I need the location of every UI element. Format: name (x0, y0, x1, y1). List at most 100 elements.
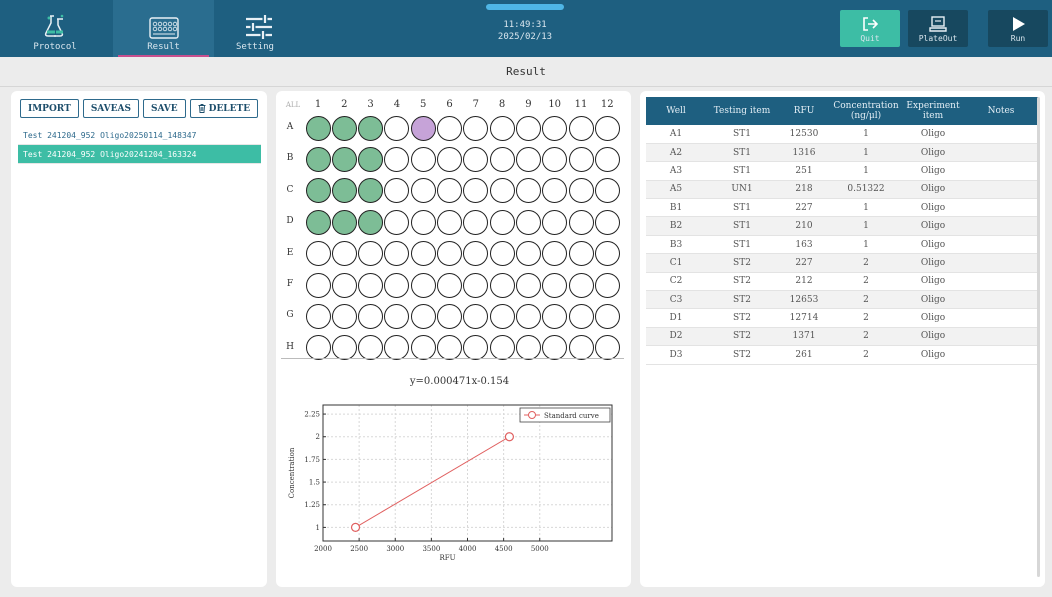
table-scrollbar[interactable] (1037, 97, 1040, 577)
table-header-cell[interactable]: Testing item (706, 97, 778, 125)
plate-well[interactable] (331, 335, 357, 361)
plate-well[interactable] (463, 335, 489, 361)
plate-well[interactable] (384, 209, 410, 235)
plate-well[interactable] (305, 241, 331, 267)
table-row[interactable]: D1 ST2 12714 2 Oligo (646, 308, 1038, 328)
plate-well[interactable] (384, 241, 410, 267)
plate-column-label[interactable]: 9 (518, 99, 538, 110)
plate-well[interactable] (384, 178, 410, 204)
plate-well[interactable] (463, 178, 489, 204)
plate-column-label[interactable]: 7 (466, 99, 486, 110)
plate-well[interactable] (568, 335, 594, 361)
table-header-cell[interactable]: RFU (778, 97, 830, 125)
plate-well[interactable] (437, 209, 462, 235)
plate-well[interactable] (410, 241, 436, 267)
plate-well[interactable] (437, 241, 462, 267)
plate-well[interactable] (358, 209, 384, 235)
plate-well[interactable] (542, 209, 568, 235)
plate-well[interactable] (489, 241, 515, 267)
plate-well[interactable] (489, 146, 515, 172)
plate-well[interactable] (331, 115, 357, 141)
table-header-cell[interactable]: Well (646, 97, 706, 125)
plate-well[interactable] (489, 335, 515, 361)
plate-well[interactable] (410, 178, 436, 204)
plate-well[interactable] (515, 115, 541, 141)
plate-well[interactable] (437, 272, 462, 298)
table-row[interactable]: B1 ST1 227 1 Oligo (646, 198, 1038, 218)
plate-well[interactable] (410, 272, 436, 298)
plate-column-label[interactable]: 1 (308, 99, 328, 110)
table-row[interactable]: C3 ST2 12653 2 Oligo (646, 290, 1038, 310)
plate-well[interactable] (358, 241, 384, 267)
plate-well[interactable] (384, 335, 410, 361)
nav-protocol-button[interactable]: Protocol (24, 0, 86, 57)
import-button[interactable]: IMPORT (20, 99, 79, 118)
data-point[interactable] (504, 432, 515, 442)
plate-well[interactable] (384, 146, 410, 172)
plate-well[interactable] (410, 303, 436, 329)
plate-well[interactable] (358, 335, 384, 361)
plate-well[interactable] (410, 335, 436, 361)
data-point[interactable] (350, 522, 361, 532)
nav-result-button[interactable]: Result (113, 0, 214, 57)
plate-well[interactable] (542, 303, 568, 329)
plate-column-label[interactable]: 3 (361, 99, 381, 110)
table-header-cell[interactable]: Experiment item (902, 97, 964, 125)
plate-well[interactable] (384, 303, 410, 329)
table-row[interactable]: D3 ST2 261 2 Oligo (646, 345, 1038, 365)
plate-row-label[interactable]: B (280, 153, 300, 163)
plate-well[interactable] (594, 209, 620, 235)
plate-column-label[interactable]: 11 (571, 99, 591, 110)
plate-well[interactable] (305, 146, 331, 172)
plate-row-label[interactable]: H (280, 342, 300, 352)
file-list-item[interactable]: Test 241204_952 Oligo20241204_163324 (18, 145, 261, 164)
plate-well[interactable] (358, 272, 384, 298)
plate-well[interactable] (437, 335, 462, 361)
table-row[interactable]: A3 ST1 251 1 Oligo (646, 161, 1038, 181)
plate-well[interactable] (437, 178, 462, 204)
plate-well[interactable] (463, 241, 489, 267)
plate-well[interactable] (515, 178, 541, 204)
plate-well[interactable] (358, 178, 384, 204)
plate-well[interactable] (568, 209, 594, 235)
plate-well[interactable] (568, 303, 594, 329)
plate-well[interactable] (437, 115, 462, 141)
plate-well[interactable] (489, 178, 515, 204)
table-row[interactable]: B3 ST1 163 1 Oligo (646, 235, 1038, 255)
table-row[interactable]: B2 ST1 210 1 Oligo (646, 216, 1038, 236)
plate-well[interactable] (305, 303, 331, 329)
plate-well[interactable] (515, 272, 541, 298)
plate-well[interactable] (463, 146, 489, 172)
table-row[interactable]: A5 UN1 218 0.51322 Oligo (646, 180, 1038, 200)
plate-row-label[interactable]: G (280, 310, 300, 320)
plate-well[interactable] (384, 272, 410, 298)
plate-well[interactable] (568, 272, 594, 298)
plate-well[interactable] (542, 146, 568, 172)
plate-well[interactable] (358, 303, 384, 329)
plate-well[interactable] (463, 115, 489, 141)
table-row[interactable]: C2 ST2 212 2 Oligo (646, 272, 1038, 292)
plate-well[interactable] (594, 115, 620, 141)
plate-row-label[interactable]: A (280, 122, 300, 132)
plate-well[interactable] (331, 178, 357, 204)
plate-column-label[interactable]: 10 (545, 99, 565, 110)
plate-well[interactable] (489, 209, 515, 235)
plate-well[interactable] (542, 115, 568, 141)
plate-well[interactable] (515, 241, 541, 267)
plate-well[interactable] (463, 272, 489, 298)
plate-well[interactable] (305, 209, 331, 235)
table-row[interactable]: D2 ST2 1371 2 Oligo (646, 327, 1038, 347)
plate-well[interactable] (515, 335, 541, 361)
plate-well[interactable] (331, 241, 357, 267)
plate-well[interactable] (489, 303, 515, 329)
plate-well[interactable] (594, 272, 620, 298)
plate-well[interactable] (594, 178, 620, 204)
select-all-button[interactable]: ALL (283, 101, 303, 109)
plate-well[interactable] (305, 115, 331, 141)
plate-well[interactable] (568, 241, 594, 267)
plate-column-label[interactable]: 5 (413, 99, 433, 110)
plate-well[interactable] (305, 272, 331, 298)
plate-well[interactable] (410, 209, 436, 235)
plate-well[interactable] (568, 178, 594, 204)
plate-column-label[interactable]: 8 (492, 99, 512, 110)
